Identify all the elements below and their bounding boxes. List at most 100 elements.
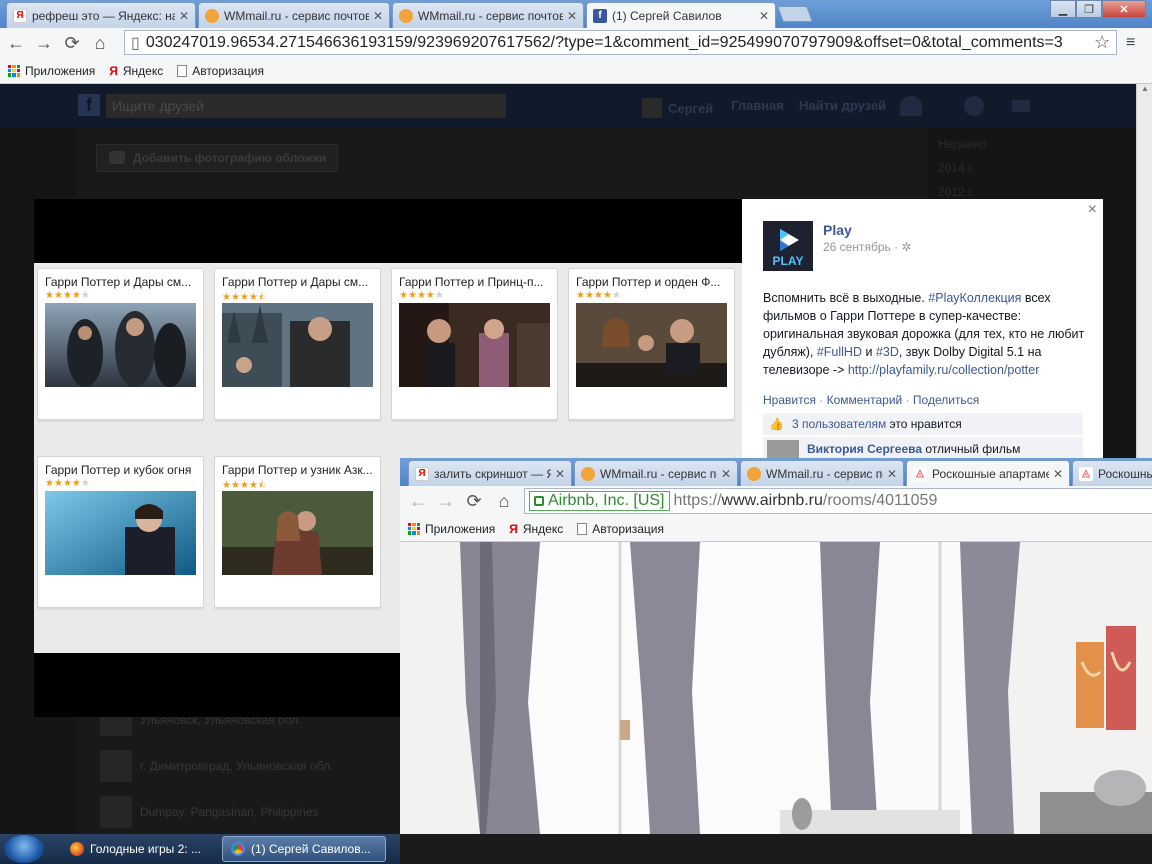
rating-star-icon: ★: [230, 292, 240, 303]
place-name[interactable]: г. Димитровград, Ульяновская обл.: [140, 759, 333, 773]
tab-yandex-upload[interactable]: Я залить скриншот — Ян ✕: [408, 460, 572, 486]
tab-title: Роскошны: [1098, 466, 1152, 481]
back-arrow-icon[interactable]: ←: [2, 29, 30, 57]
wmmail-icon: [399, 8, 413, 23]
tab-wmmail-2[interactable]: WMmail.ru - сервис поч ✕: [740, 460, 904, 486]
browser-toolbar: ← → ⟳ ⌂ Airbnb, Inc. [US] https://www.ai…: [400, 486, 1152, 516]
profile-link[interactable]: Сергей: [642, 98, 713, 118]
reload-icon[interactable]: ⟳: [460, 487, 488, 515]
tab-yandex-search[interactable]: Я рефреш это — Яндекс: наш ✕: [6, 2, 196, 28]
rating-star-icon: ★: [611, 290, 621, 301]
rating-star-icon: ★: [239, 480, 249, 491]
bookmark-apps[interactable]: Приложения: [408, 522, 495, 536]
comment-author[interactable]: Виктория Сергеева: [807, 442, 922, 456]
facebook-logo-icon[interactable]: f: [78, 94, 100, 116]
place-name[interactable]: Dumpay, Pangasinan, Philippines: [140, 805, 319, 819]
comment-link[interactable]: Комментарий: [827, 393, 903, 407]
close-window-button[interactable]: ✕: [1102, 0, 1146, 18]
taskbar-firefox[interactable]: Голодные игры 2: ...: [62, 836, 220, 862]
bookmark-star-icon[interactable]: ☆: [1094, 32, 1110, 53]
movie-title: Гарри Поттер и Дары см...: [45, 275, 192, 289]
close-tab-icon[interactable]: ✕: [721, 467, 731, 481]
play-page-logo[interactable]: PLAY: [763, 221, 813, 271]
bookmark-auth[interactable]: Авторизация: [577, 522, 664, 536]
start-button[interactable]: [4, 835, 44, 863]
settings-icon[interactable]: [1012, 100, 1030, 112]
page-icon: [577, 522, 588, 535]
close-tab-icon[interactable]: ✕: [373, 9, 383, 23]
close-tab-icon[interactable]: ✕: [555, 467, 565, 481]
external-link[interactable]: http://playfamily.ru/collection/potter: [848, 363, 1040, 377]
address-bar[interactable]: ▯ 030247019.96534.271546636193159/923969…: [124, 30, 1117, 55]
bookmark-apps[interactable]: Приложения: [8, 64, 95, 78]
facebook-search-input[interactable]: Ищите друзей: [106, 94, 506, 118]
list-item: Dumpay, Pangasinan, Philippines: [100, 796, 333, 828]
avatar[interactable]: [767, 440, 799, 458]
windows-taskbar: Голодные игры 2: ... (1) Сергей Савилов.…: [0, 834, 400, 864]
hashtag-link[interactable]: #FullHD: [817, 345, 862, 359]
friend-requests-icon[interactable]: [900, 96, 922, 116]
find-friends-link[interactable]: Найти друзей: [799, 98, 886, 113]
movie-card: Гарри Поттер и кубок огня ★★★★★: [37, 456, 204, 608]
rating-star-icon: ★: [248, 480, 258, 491]
yandex-icon: Я: [415, 466, 429, 481]
tab-wmmail-2[interactable]: WMmail.ru - сервис почтовы ✕: [392, 2, 584, 28]
likers-link[interactable]: 3 пользователям: [792, 417, 886, 431]
share-link[interactable]: Поделиться: [913, 393, 979, 407]
close-tab-icon[interactable]: ✕: [759, 9, 769, 23]
close-tab-icon[interactable]: ✕: [179, 9, 189, 23]
bookmark-yandex[interactable]: Я Яндекс: [509, 522, 563, 536]
tab-facebook[interactable]: f (1) Сергей Савилов ✕: [586, 2, 776, 28]
hashtag-link[interactable]: #3D: [876, 345, 899, 359]
address-bar[interactable]: Airbnb, Inc. [US] https://www.airbnb.ru /…: [524, 488, 1152, 514]
close-tab-icon[interactable]: ✕: [887, 467, 897, 481]
bookmark-yandex[interactable]: Я Яндекс: [109, 64, 163, 78]
forward-arrow-icon[interactable]: →: [30, 29, 58, 57]
rating-star-icon: ★: [416, 290, 426, 301]
profile-name: Сергей: [668, 100, 714, 116]
back-arrow-icon[interactable]: ←: [404, 487, 432, 515]
separator: ·: [819, 393, 824, 407]
scroll-up-icon[interactable]: ▲: [1137, 84, 1152, 98]
likes-summary: 👍 3 пользователям это нравится: [763, 413, 1083, 435]
page-name-link[interactable]: Play: [823, 222, 852, 238]
likes-text: это нравится: [889, 417, 962, 431]
home-icon[interactable]: ⌂: [490, 487, 518, 515]
maximize-button[interactable]: ❐: [1076, 0, 1102, 18]
movie-rating: ★★★★★: [45, 290, 90, 301]
add-cover-photo-button[interactable]: Добавить фотографию обложки: [96, 144, 338, 172]
ev-certificate-badge[interactable]: Airbnb, Inc. [US]: [529, 491, 670, 511]
home-link[interactable]: Главная: [731, 98, 784, 113]
tab-wmmail-1[interactable]: WMmail.ru - сервис почтовы ✕: [198, 2, 390, 28]
timeline-item[interactable]: 2014 г.: [938, 156, 986, 180]
home-icon[interactable]: ⌂: [86, 29, 114, 57]
post-text-part: Вспомнить всё в выходные.: [763, 291, 929, 305]
yandex-icon: Я: [109, 63, 118, 78]
bookmark-auth[interactable]: Авторизация: [177, 64, 264, 78]
rating-star-icon: ★: [593, 290, 603, 301]
movie-card: Гарри Поттер и Принц-п... ★★★★★: [391, 268, 558, 420]
airbnb-icon: ◬: [1079, 466, 1093, 481]
tab-airbnb-2[interactable]: ◬ Роскошны: [1072, 460, 1152, 486]
taskbar-chrome[interactable]: (1) Сергей Савилов...: [222, 836, 386, 862]
rating-star-icon: ★: [230, 480, 240, 491]
tab-wmmail-1[interactable]: WMmail.ru - сервис поч ✕: [574, 460, 738, 486]
timeline-item[interactable]: Недавно: [938, 132, 986, 156]
new-tab-button[interactable]: [777, 6, 813, 22]
like-link[interactable]: Нравится: [763, 393, 816, 407]
hashtag-link[interactable]: #PlayКоллекция: [928, 291, 1021, 305]
separator: ·: [905, 393, 910, 407]
rating-star-icon: ★: [80, 290, 90, 301]
forward-arrow-icon[interactable]: →: [432, 487, 460, 515]
rating-star-icon: ★: [45, 290, 54, 301]
close-tab-icon[interactable]: ✕: [567, 9, 577, 23]
reload-icon[interactable]: ⟳: [58, 29, 86, 57]
close-tab-icon[interactable]: ✕: [1053, 467, 1063, 481]
close-icon[interactable]: ×: [1088, 201, 1097, 219]
notifications-globe-icon[interactable]: [964, 96, 984, 116]
post-date-text: 26 сентябрь ·: [823, 240, 899, 254]
minimize-button[interactable]: ▁: [1050, 0, 1076, 18]
post-text: Вспомнить всё в выходные. #PlayКоллекция…: [763, 289, 1088, 379]
menu-icon[interactable]: ≡: [1126, 34, 1135, 52]
tab-airbnb-active[interactable]: ◬ Роскошные апартаме ✕: [906, 460, 1070, 486]
